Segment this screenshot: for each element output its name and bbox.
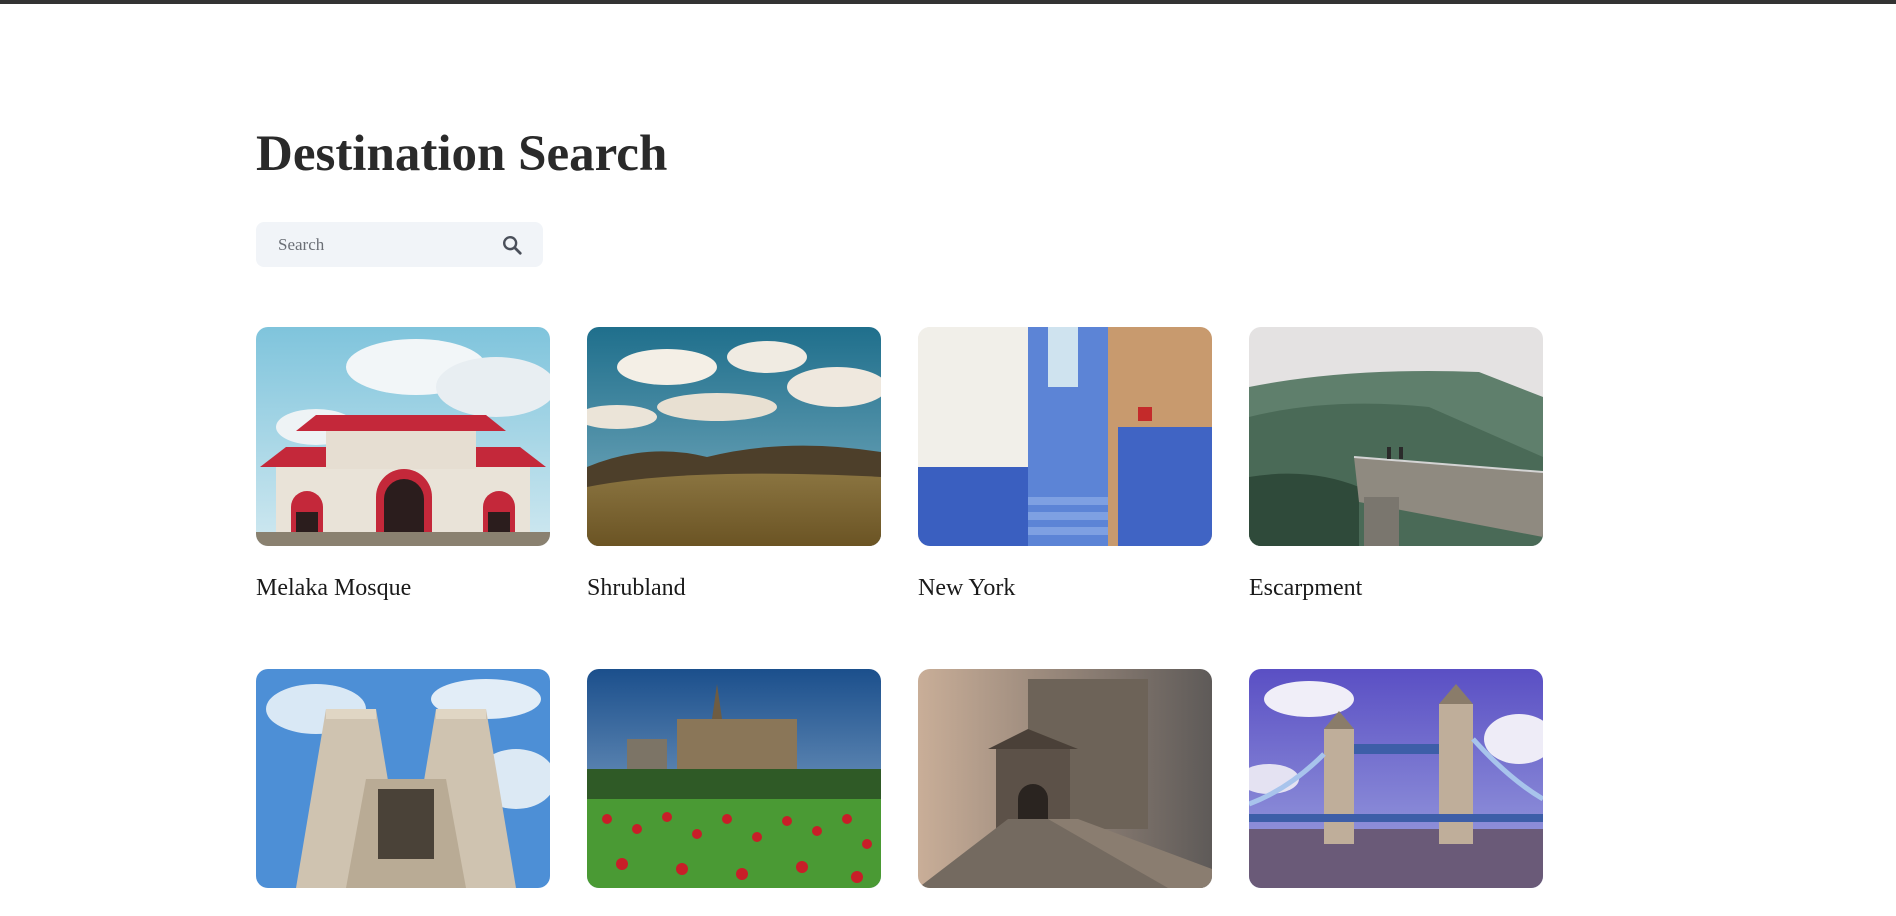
- destination-image-blue-alley-stairs[interactable]: [918, 327, 1212, 546]
- destination-card[interactable]: Escarpment: [1249, 327, 1543, 601]
- destination-card[interactable]: Shrubland: [587, 327, 881, 601]
- search-input[interactable]: [278, 222, 478, 267]
- top-border: [0, 0, 1896, 4]
- page-title: Destination Search: [256, 126, 668, 182]
- search-box: [256, 222, 543, 267]
- destination-image-cathedral-tulip-field[interactable]: [587, 669, 881, 888]
- destination-card[interactable]: [587, 669, 881, 888]
- destination-card[interactable]: [918, 669, 1212, 888]
- destination-name[interactable]: New York: [918, 575, 1015, 602]
- destination-image-red-pagoda-mosque[interactable]: [256, 327, 550, 546]
- destination-image-misty-castle-bridge[interactable]: [918, 669, 1212, 888]
- destination-name[interactable]: Escarpment: [1249, 575, 1362, 602]
- destination-image-grassland-under-clouds[interactable]: [587, 327, 881, 546]
- destination-name[interactable]: Melaka Mosque: [256, 575, 411, 602]
- destination-image-gothic-abbey[interactable]: [256, 669, 550, 888]
- destination-image-tower-bridge[interactable]: [1249, 669, 1543, 888]
- destination-card[interactable]: [256, 669, 550, 888]
- destination-image-cliff-viewpoint[interactable]: [1249, 327, 1543, 546]
- destination-card[interactable]: [1249, 669, 1543, 888]
- destination-name[interactable]: Shrubland: [587, 575, 686, 602]
- search-icon[interactable]: [501, 234, 523, 256]
- destination-card[interactable]: New York: [918, 327, 1212, 601]
- destination-card[interactable]: Melaka Mosque: [256, 327, 550, 601]
